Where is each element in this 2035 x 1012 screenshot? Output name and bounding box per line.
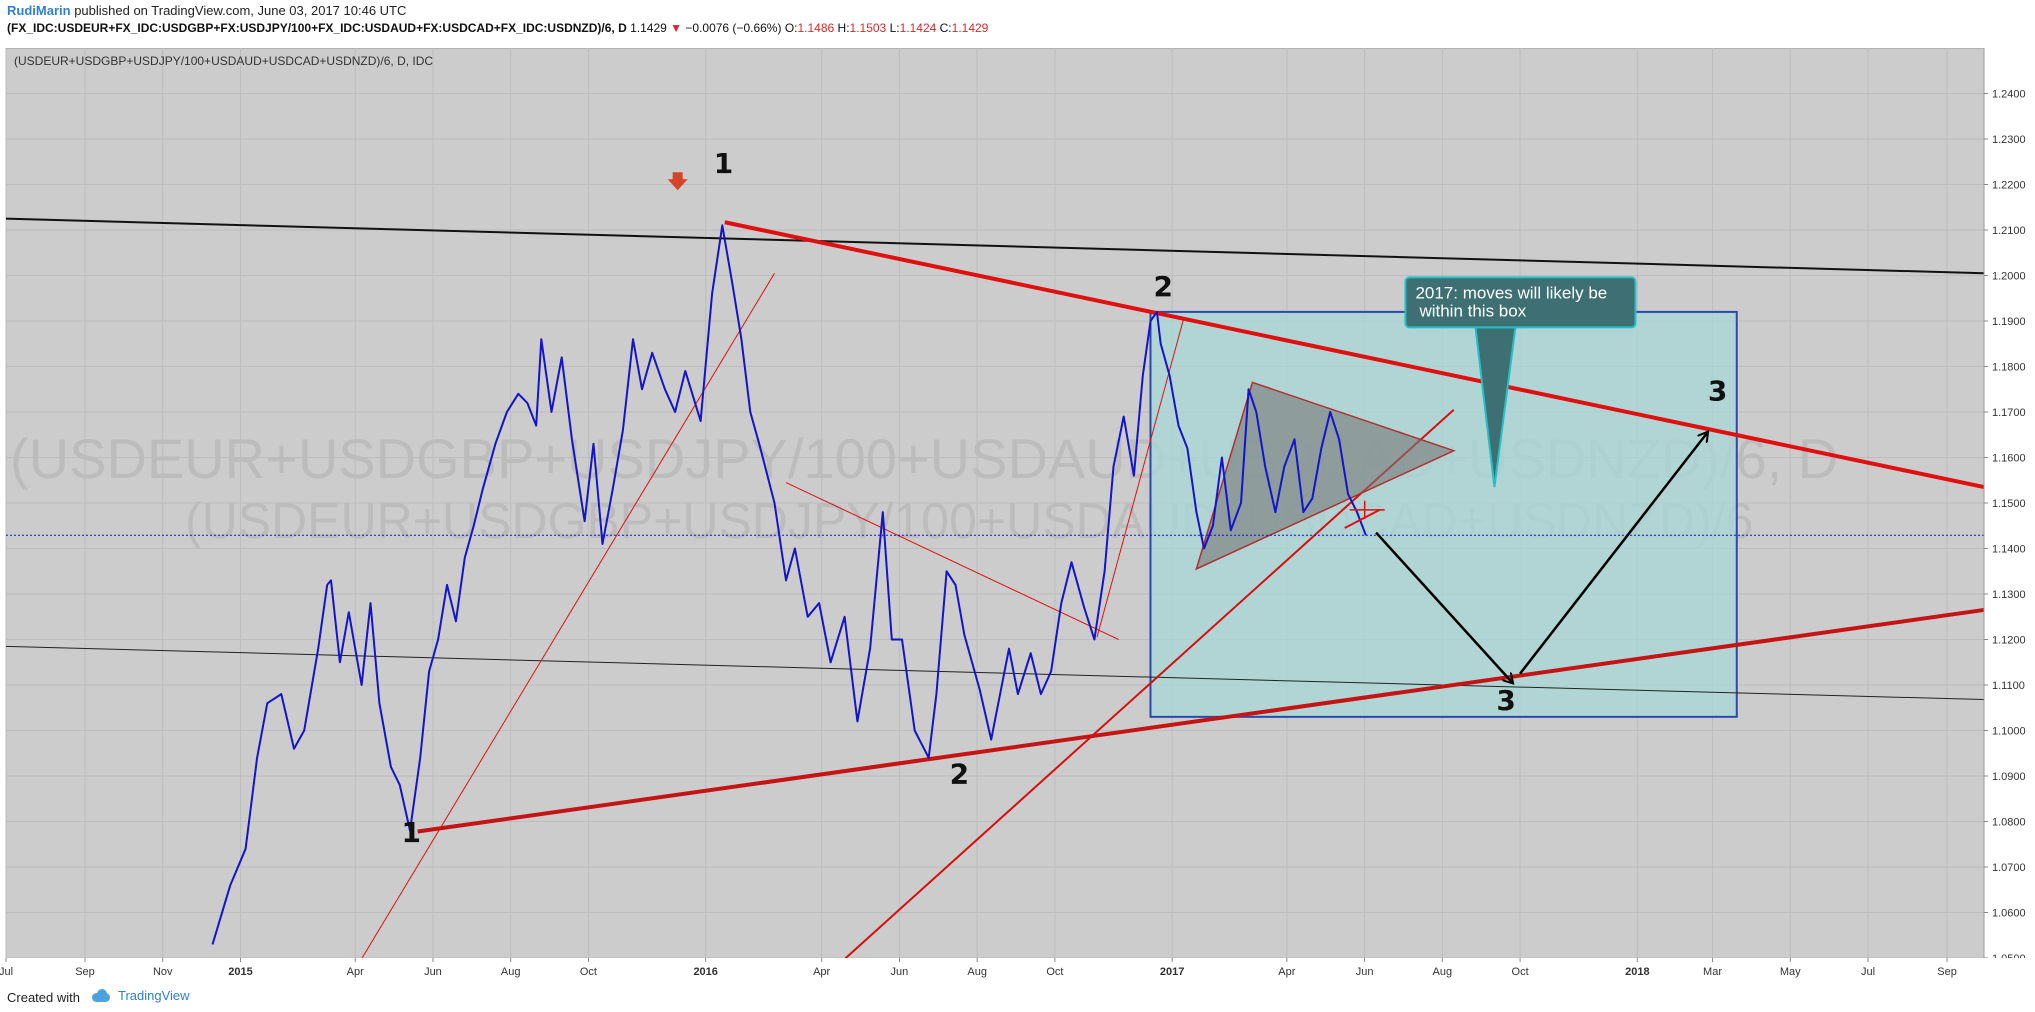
x-tick-label: Jun — [1356, 966, 1374, 978]
wave-label: 2 — [1153, 270, 1172, 303]
wave-label: 3 — [1708, 375, 1727, 408]
x-tick-label: 2015 — [228, 966, 252, 978]
x-tick-label: 2018 — [1625, 966, 1649, 978]
wave-label: 1 — [714, 147, 733, 180]
y-tick-label: 1.1000 — [1992, 726, 2026, 738]
change-value: −0.0076 (−0.66%) — [685, 21, 782, 35]
y-tick-label: 1.1700 — [1992, 407, 2026, 419]
publish-info: RudiMarin published on TradingView.com, … — [7, 2, 406, 19]
y-tick-label: 1.1300 — [1992, 589, 2026, 601]
x-tick-label: Jul — [1861, 966, 1875, 978]
published-text: published on TradingView.com, June 03, 2… — [74, 3, 407, 18]
x-tick-label: Sep — [1937, 966, 1957, 978]
y-tick-label: 1.2100 — [1992, 225, 2026, 237]
x-tick-label: Oct — [1512, 966, 1529, 978]
chart-header: RudiMarin published on TradingView.com, … — [0, 0, 2035, 48]
callout-text-line: 2017: moves will likely be — [1415, 283, 1607, 302]
symbol-info: (FX_IDC:USDEUR+FX_IDC:USDGBP+FX:USDJPY/1… — [7, 20, 988, 37]
x-tick-label: Aug — [1433, 966, 1453, 978]
x-tick-label: Oct — [580, 966, 597, 978]
y-tick-label: 1.1100 — [1992, 680, 2025, 692]
x-tick-label: 2017 — [1160, 966, 1184, 978]
down-triangle-icon: ▼ — [670, 21, 683, 35]
low-label: L: — [889, 21, 900, 35]
chart-canvas[interactable]: (USDEUR+USDGBP+USDJPY/100+USDAUD+USDCAD+… — [0, 48, 2035, 983]
x-tick-label: Oct — [1046, 966, 1063, 978]
y-tick-label: 1.1800 — [1992, 362, 2026, 374]
created-with-text: Created with — [7, 990, 80, 1005]
y-tick-label: 1.1400 — [1992, 544, 2026, 556]
x-tick-label: Mar — [1703, 966, 1722, 978]
wave-label: 2 — [950, 758, 969, 791]
x-tick-label: Jun — [891, 966, 909, 978]
x-tick-label: Aug — [967, 966, 987, 978]
y-tick-label: 1.2300 — [1992, 134, 2026, 146]
x-tick-label: Apr — [813, 966, 830, 978]
x-tick-label: Sep — [75, 966, 95, 978]
x-tick-label: Apr — [1278, 966, 1295, 978]
y-tick-label: 1.0700 — [1992, 862, 2026, 874]
high-value: 1.1503 — [849, 21, 887, 35]
y-tick-label: 1.0600 — [1992, 908, 2026, 920]
y-tick-label: 1.1600 — [1992, 453, 2026, 465]
wave-label: 3 — [1496, 684, 1515, 717]
footer: Created with TradingView — [0, 983, 2035, 1012]
y-tick-label: 1.1500 — [1992, 498, 2026, 510]
open-value: 1.1486 — [797, 21, 835, 35]
open-label: O: — [784, 21, 798, 35]
x-tick-label: 2016 — [693, 966, 717, 978]
tradingview-brand: TradingView — [118, 988, 190, 1003]
x-tick-label: May — [1780, 966, 1801, 978]
y-tick-label: 1.1200 — [1992, 635, 2026, 647]
x-tick-label: Apr — [347, 966, 364, 978]
x-tick-label: Jul — [0, 966, 13, 978]
author-link[interactable]: RudiMarin — [7, 3, 71, 18]
x-tick-label: Aug — [501, 966, 521, 978]
last-value: 1.1429 — [630, 21, 667, 35]
tradingview-link[interactable]: TradingView — [90, 988, 190, 1003]
y-tick-label: 1.0800 — [1992, 817, 2026, 829]
y-tick-label: 1.2200 — [1992, 180, 2026, 192]
close-value: 1.1429 — [951, 21, 989, 35]
y-tick-label: 1.1900 — [1992, 316, 2026, 328]
y-tick-label: 1.2400 — [1992, 89, 2026, 101]
high-label: H: — [837, 21, 850, 35]
low-value: 1.1424 — [899, 21, 937, 35]
y-tick-label: 1.2000 — [1992, 271, 2026, 283]
series-legend[interactable]: (USDEUR+USDGBP+USDJPY/100+USDAUD+USDCAD+… — [14, 54, 433, 68]
time-axis[interactable] — [0, 958, 2035, 983]
callout-text-line: within this box — [1418, 301, 1526, 320]
close-label: C: — [939, 21, 952, 35]
y-tick-label: 1.0900 — [1992, 771, 2026, 783]
symbol-name: (FX_IDC:USDEUR+FX_IDC:USDGBP+FX:USDJPY/1… — [7, 21, 627, 35]
tradingview-logo-icon — [90, 989, 112, 1002]
wave-label: 1 — [402, 816, 421, 849]
x-tick-label: Jun — [424, 966, 442, 978]
x-tick-label: Nov — [153, 966, 173, 978]
